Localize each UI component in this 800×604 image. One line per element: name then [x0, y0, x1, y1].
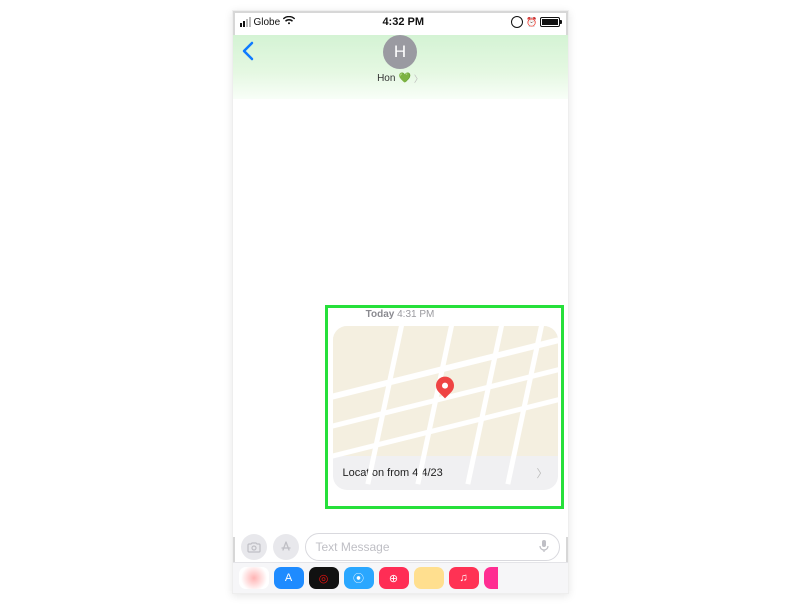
message-input-bar: Text Message — [233, 531, 568, 563]
status-bar: Globe 4:32 PM ⏰ — [233, 11, 568, 31]
map-pin-icon — [436, 377, 454, 395]
contact-name: Hon — [377, 73, 395, 84]
microphone-icon[interactable] — [539, 539, 549, 556]
input-placeholder: Text Message — [316, 540, 390, 554]
memoji-app-icon[interactable] — [414, 567, 444, 589]
find-app-icon[interactable]: ⊕ — [379, 567, 409, 589]
message-timestamp: Today 4:31 PM — [233, 309, 568, 320]
timestamp-day: Today — [366, 309, 395, 320]
camera-button[interactable] — [241, 534, 267, 560]
contact-name-row[interactable]: Hon 💚 〉 — [233, 72, 568, 85]
audio-app-icon[interactable]: ⦿ — [344, 567, 374, 589]
back-button[interactable] — [241, 41, 255, 67]
signal-bars-icon — [240, 17, 251, 27]
fitness-app-icon[interactable]: ◎ — [309, 567, 339, 589]
timestamp-time: 4:31 PM — [397, 309, 434, 320]
music-app-icon[interactable]: ♫ — [449, 567, 479, 589]
rotation-lock-icon — [511, 16, 523, 28]
conversation-header: H Hon 💚 〉 — [233, 35, 568, 104]
stage: Globe 4:32 PM ⏰ H Hon 💚 〉 — [0, 0, 800, 604]
battery-icon — [540, 17, 560, 27]
app-store-button[interactable] — [273, 534, 299, 560]
location-row[interactable]: Location from 4/4/23 〉 — [333, 456, 558, 490]
location-message-bubble[interactable]: Location from 4/4/23 〉 — [333, 326, 558, 490]
phone-frame: Globe 4:32 PM ⏰ H Hon 💚 〉 — [232, 10, 569, 594]
heart-icon: 💚 — [398, 73, 410, 84]
more-app-icon[interactable] — [484, 567, 498, 589]
wifi-icon — [283, 16, 295, 28]
app-tray[interactable]: A ◎ ⦿ ⊕ ♫ — [233, 562, 568, 593]
contact-avatar[interactable]: H — [383, 35, 417, 69]
appstore-app-icon[interactable]: A — [274, 567, 304, 589]
chevron-right-icon: 〉 — [537, 465, 548, 481]
messages-area[interactable]: Today 4:31 PM Location from 4/4/23 〉 — [233, 99, 568, 537]
map-preview[interactable] — [333, 326, 558, 456]
alarm-icon: ⏰ — [526, 17, 537, 28]
location-label: Location from 4/4/23 — [343, 467, 443, 479]
message-input[interactable]: Text Message — [305, 533, 560, 561]
photos-app-icon[interactable] — [239, 567, 269, 589]
status-time: 4:32 PM — [382, 16, 424, 28]
carrier-label: Globe — [254, 17, 281, 28]
chevron-right-icon: 〉 — [414, 72, 423, 85]
